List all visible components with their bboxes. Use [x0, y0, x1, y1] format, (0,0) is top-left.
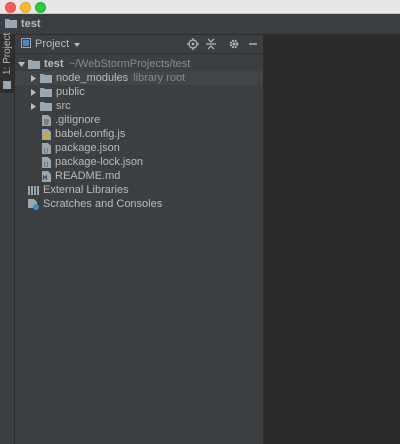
panel-header: Project	[15, 35, 263, 54]
project-tool-icon	[3, 80, 11, 92]
collapse-all-icon[interactable]	[205, 38, 217, 53]
project-view-icon	[21, 37, 31, 51]
json-file-icon: {}	[42, 156, 51, 168]
svg-text:{}: {}	[43, 148, 49, 154]
library-root-note: library root	[133, 72, 186, 84]
markdown-file-icon	[42, 170, 51, 182]
tree-item-label: package.json	[55, 142, 120, 154]
collapsed-arrow-icon[interactable]	[29, 88, 37, 96]
breadcrumb-project[interactable]: test	[21, 18, 41, 30]
tree-row-src[interactable]: src	[15, 99, 263, 113]
tree-item-label: babel.config.js	[55, 128, 126, 140]
svg-text:{}: {}	[43, 162, 49, 168]
tree-row-babel-config[interactable]: babel.config.js	[15, 127, 263, 141]
tree-item-label: public	[56, 86, 85, 98]
collapsed-arrow-icon[interactable]	[29, 74, 37, 82]
window-titlebar	[0, 0, 400, 14]
tree-item-label: Scratches and Consoles	[43, 198, 163, 210]
tree-row-public[interactable]: public	[15, 85, 263, 99]
tree-row-readme[interactable]: README.md	[15, 169, 263, 183]
json-file-icon: {}	[42, 142, 51, 154]
panel-title[interactable]: Project	[35, 38, 69, 50]
library-icon	[28, 185, 39, 195]
folder-icon	[28, 59, 40, 69]
collapsed-arrow-icon[interactable]	[29, 102, 37, 110]
tree-item-label: src	[56, 100, 71, 112]
tree-row-node-modules[interactable]: node_modules library root	[15, 71, 263, 85]
tree-row-package-lock-json[interactable]: {} package-lock.json	[15, 155, 263, 169]
tool-window-tab-project[interactable]: 1: Project	[0, 33, 14, 93]
tree-row-package-json[interactable]: {} package.json	[15, 141, 263, 155]
folder-icon	[40, 101, 52, 111]
tree-row-scratches[interactable]: Scratches and Consoles	[15, 197, 263, 211]
locate-target-icon[interactable]	[187, 38, 199, 53]
chevron-down-icon[interactable]	[74, 38, 81, 50]
js-file-icon	[42, 128, 51, 140]
tree-item-label: README.md	[55, 170, 121, 182]
close-window-button[interactable]	[5, 2, 16, 13]
tree-item-label: .gitignore	[55, 114, 101, 126]
project-tree: test ~/WebStormProjects/test node_module…	[15, 54, 263, 211]
tree-row-root[interactable]: test ~/WebStormProjects/test	[15, 57, 263, 71]
text-file-icon	[42, 114, 51, 126]
maximize-window-button[interactable]	[35, 2, 46, 13]
gear-icon[interactable]	[228, 38, 240, 53]
tree-item-label: test	[44, 58, 64, 70]
expanded-arrow-icon[interactable]	[17, 61, 25, 67]
tree-row-external-libraries[interactable]: External Libraries	[15, 183, 263, 197]
navigation-bar: test	[0, 14, 400, 35]
project-panel: Project test ~/WebStormProjects/test nod…	[15, 35, 263, 444]
left-tool-stripe: 1: Project	[0, 33, 15, 444]
tool-window-tab-label: 1: Project	[2, 32, 13, 75]
folder-icon	[40, 73, 52, 83]
root-path: ~/WebStormProjects/test	[68, 58, 191, 70]
editor-area[interactable]	[265, 35, 400, 444]
tree-row-gitignore[interactable]: .gitignore	[15, 113, 263, 127]
minimize-icon[interactable]	[247, 38, 259, 53]
folder-icon	[40, 87, 52, 97]
minimize-window-button[interactable]	[20, 2, 31, 13]
tree-item-label: External Libraries	[43, 184, 129, 196]
scratches-icon	[28, 198, 39, 210]
tree-item-label: package-lock.json	[55, 156, 144, 168]
tree-item-label: node_modules	[56, 72, 129, 84]
